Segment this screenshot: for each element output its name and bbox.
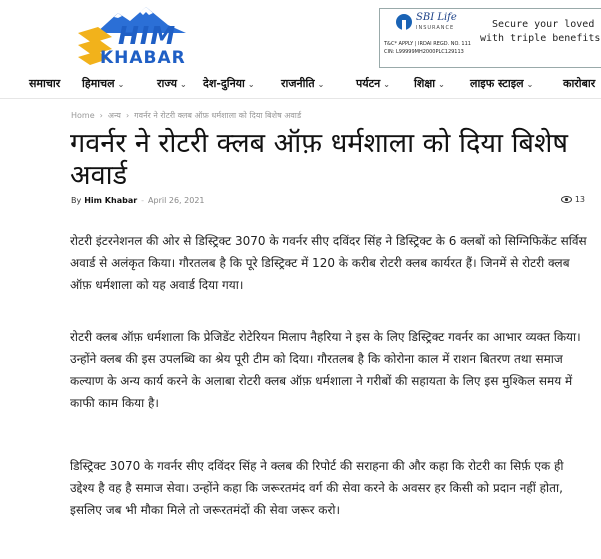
article-meta: By Him Khabar - April 26, 2021 13 xyxy=(71,195,591,205)
ad-tagline: Secure your loved one xyxy=(492,19,601,30)
breadcrumb-category[interactable]: अन्य xyxy=(108,111,121,120)
site-logo[interactable]: HIM KHABAR xyxy=(78,3,198,68)
view-count: 13 xyxy=(560,195,585,204)
meta-separator: - xyxy=(141,196,145,205)
publish-date: April 26, 2021 xyxy=(148,196,205,205)
article-paragraph: रोटरी क्लब ऑफ़ धर्मशाला कि प्रेजिडेंट रो… xyxy=(70,330,581,410)
breadcrumb-current: गवर्नर ने रोटरी क्लब ऑफ़ धर्मशाला को दिय… xyxy=(134,111,302,120)
nav-item-rajya[interactable]: राज्य ⌄ xyxy=(157,76,187,91)
breadcrumb-separator: › xyxy=(125,111,130,120)
nav-item-label: पर्यटन xyxy=(356,77,381,90)
nav-item-label: शिक्षा xyxy=(414,77,436,90)
chevron-down-icon: ⌄ xyxy=(438,80,445,89)
chevron-down-icon: ⌄ xyxy=(117,80,125,89)
nav-item-lifestyle[interactable]: लाइफ स्टाइल ⌄ xyxy=(470,76,533,91)
nav-item-karobar[interactable]: कारोबार xyxy=(563,76,595,91)
article-title: गवर्नर ने रोटरी क्लब ऑफ़ धर्मशाला को दिय… xyxy=(70,128,568,191)
main-nav: समाचार हिमाचल ⌄ राज्य ⌄ देश-दुनिया ⌄ राजनीत… xyxy=(0,72,601,99)
ad-fine-print: T&C* APPLY | IRDAI REGD. NO. 111 CIN: L9… xyxy=(384,40,484,56)
chevron-down-icon: ⌄ xyxy=(526,80,534,89)
nav-item-label: कारोबार xyxy=(563,77,596,90)
article-paragraph: डिस्ट्रिक्ट 3070 के गवर्नर सीए दविंदर सि… xyxy=(70,459,564,517)
advertisement-banner[interactable]: SBI Life INSURANCE T&C* APPLY | IRDAI RE… xyxy=(379,8,601,68)
nav-item-shiksha[interactable]: शिक्षा ⌄ xyxy=(414,76,445,91)
nav-item-paryatan[interactable]: पर्यटन ⌄ xyxy=(356,76,390,91)
byline-label: By xyxy=(71,196,82,205)
nav-item-label: हिमाचल xyxy=(82,77,115,90)
site-header: HIM KHABAR SBI Life INSURANCE T&C* APPLY… xyxy=(0,0,601,72)
nav-item-desh-duniya[interactable]: देश-दुनिया ⌄ xyxy=(203,76,255,91)
article-paragraph: रोटरी इंटरनेशनल की ओर से डिस्ट्रिक्ट 307… xyxy=(70,234,587,292)
ad-tagline: with triple benefits o xyxy=(480,33,601,44)
chevron-down-icon: ⌄ xyxy=(180,80,187,89)
eye-icon xyxy=(560,196,572,203)
logo-text-him: HIM xyxy=(118,21,177,50)
nav-item-himachal[interactable]: हिमाचल ⌄ xyxy=(82,76,124,91)
chevron-down-icon: ⌄ xyxy=(247,80,255,89)
sbi-logo-icon xyxy=(396,14,412,30)
breadcrumb-home[interactable]: Home xyxy=(71,111,95,120)
breadcrumb: Home › अन्य › गवर्नर ने रोटरी क्लब ऑफ़ धर्मश… xyxy=(71,110,301,121)
author-link[interactable]: Him Khabar xyxy=(84,196,137,205)
chevron-down-icon: ⌄ xyxy=(383,80,390,89)
ad-fine-print-line: T&C* APPLY | IRDAI REGD. NO. 111 xyxy=(384,41,471,47)
nav-item-samachar[interactable]: समाचार xyxy=(29,76,60,91)
ad-brand: SBI Life xyxy=(416,12,457,23)
nav-item-label: लाइफ स्टाइल xyxy=(470,77,524,90)
breadcrumb-separator: › xyxy=(99,111,103,120)
chevron-down-icon: ⌄ xyxy=(317,80,325,89)
ad-fine-print-line: CIN: L99999MH2000PLC129113 xyxy=(384,49,464,55)
nav-item-label: राजनीति xyxy=(281,77,315,90)
nav-item-label: समाचार xyxy=(29,77,61,90)
nav-item-label: देश-दुनिया xyxy=(203,77,245,90)
logo-text-khabar: KHABAR xyxy=(100,48,186,68)
ad-brand-sub: INSURANCE xyxy=(416,25,455,31)
nav-item-label: राज्य xyxy=(157,77,178,90)
view-count-value: 13 xyxy=(574,195,585,204)
nav-item-rajniti[interactable]: राजनीति ⌄ xyxy=(281,76,324,91)
